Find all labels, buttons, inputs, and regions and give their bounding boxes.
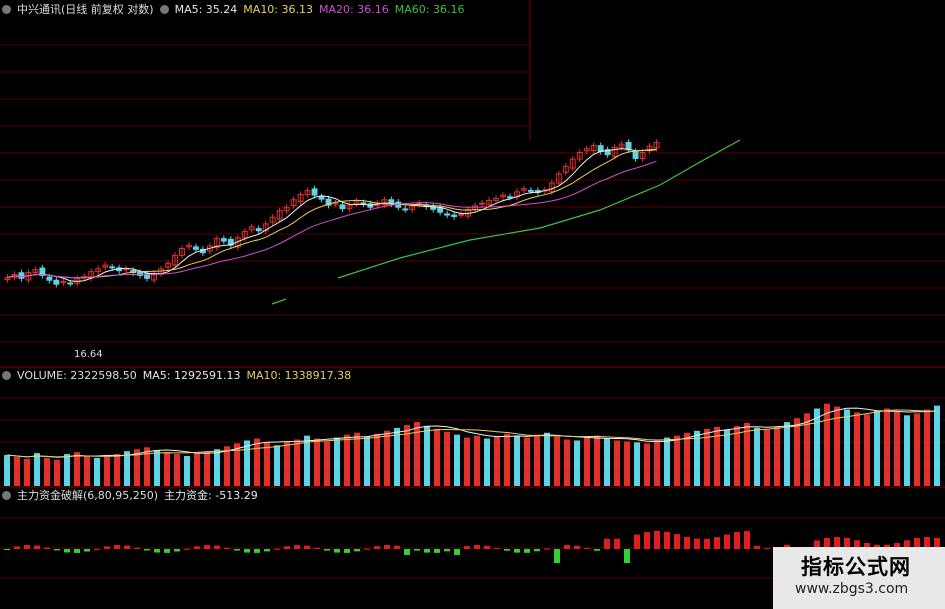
indicator-value: 主力资金: -513.29 [164, 489, 258, 502]
stock-title: 中兴通讯(日线 前复权 对数) [17, 3, 154, 16]
indicator-legend: 主力资金破解(6,80,95,250) 主力资金: -513.29 [2, 488, 264, 504]
price-pane[interactable]: 中兴通讯(日线 前复权 对数) MA5: 35.24 MA10: 36.13 MA20… [0, 0, 945, 367]
volume-legend: VOLUME: 2322598.50 MA5: 1292591.13 MA10: 1… [2, 368, 357, 384]
ma20-label: MA20: 36.16 [319, 3, 389, 16]
price-legend: 中兴通讯(日线 前复权 对数) MA5: 35.24 MA10: 36.13 MA20… [2, 2, 470, 18]
settings-icon[interactable] [159, 5, 169, 14]
volume-label: VOLUME: 2322598.50 [17, 369, 137, 382]
watermark-title: 指标公式网 [801, 555, 911, 579]
volume-ma5-label: MA5: 1292591.13 [142, 369, 241, 382]
watermark-url: www.zbgs3.com [795, 581, 909, 597]
indicator-title: 主力资金破解(6,80,95,250) [17, 489, 159, 502]
watermark: 指标公式网 www.zbgs3.com [773, 547, 945, 609]
collapse-icon[interactable] [2, 371, 11, 380]
volume-pane[interactable]: VOLUME: 2322598.50 MA5: 1292591.13 MA10: 1… [0, 367, 945, 487]
collapse-icon[interactable] [2, 491, 11, 500]
ma60-label: MA60: 36.16 [394, 3, 465, 16]
ma5-label: MA5: 35.24 [174, 3, 238, 16]
collapse-icon[interactable] [2, 5, 11, 14]
ma10-label: MA10: 36.13 [243, 3, 314, 16]
volume-ma10-label: MA10: 1338917.38 [246, 369, 352, 382]
